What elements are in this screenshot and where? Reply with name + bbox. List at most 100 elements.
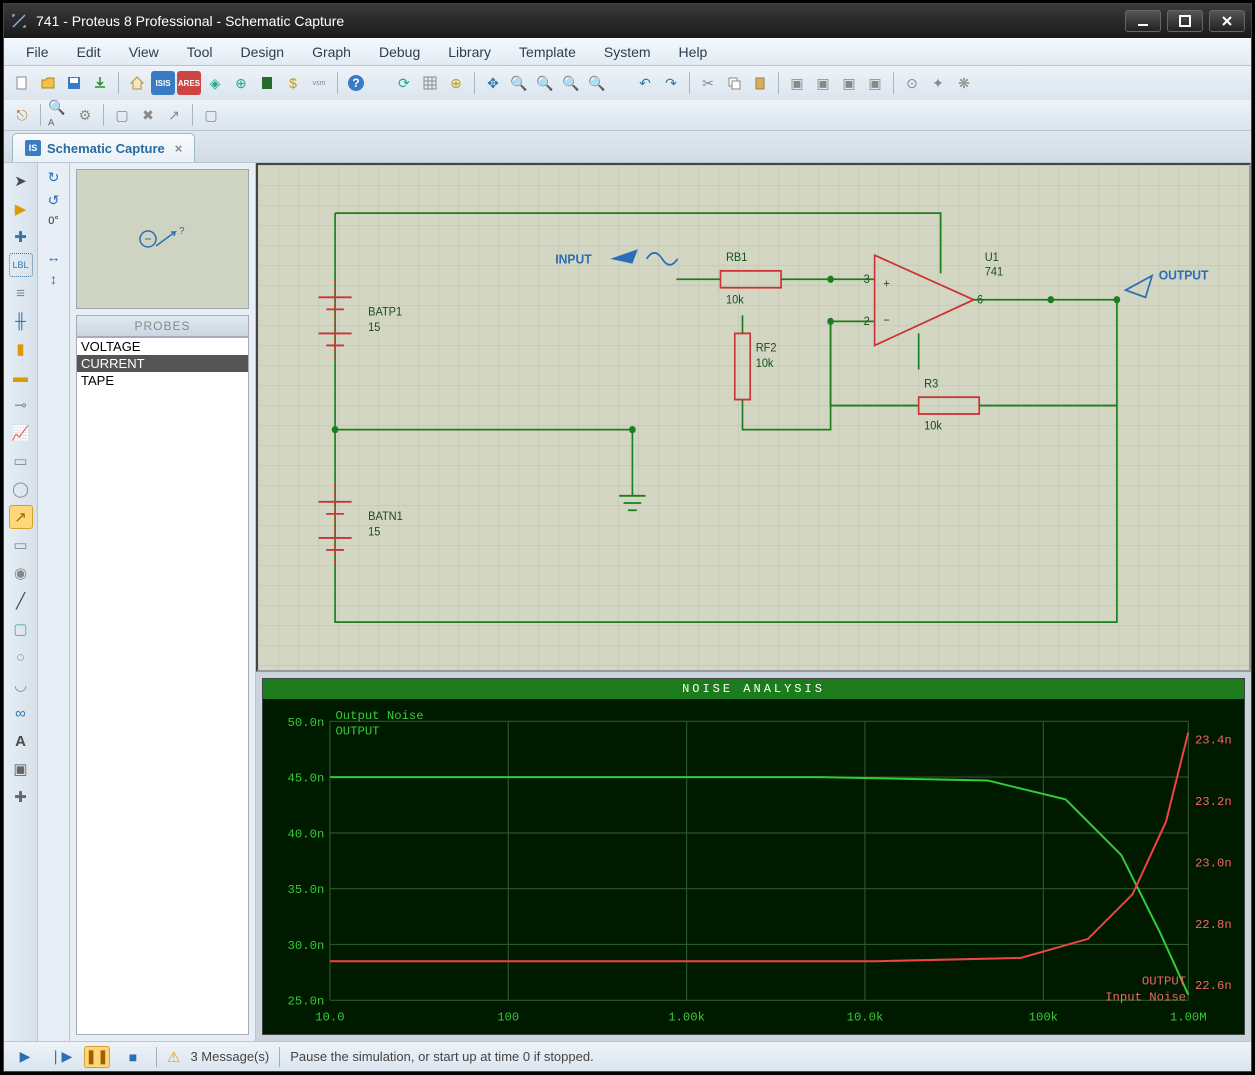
bom-icon[interactable]	[255, 71, 279, 95]
undo-icon[interactable]: ↶	[633, 71, 657, 95]
pan-icon[interactable]: ✥	[481, 71, 505, 95]
zoom-out-icon[interactable]: 🔍	[533, 71, 557, 95]
import-icon[interactable]	[88, 71, 112, 95]
probe-mode-icon[interactable]: ↗	[9, 505, 33, 529]
make-icon[interactable]: ✦	[926, 71, 950, 95]
auto-icon[interactable]: ⚙	[73, 103, 97, 127]
mirror-v-icon[interactable]: ↕	[50, 271, 57, 287]
play-button[interactable]: ▶	[12, 1046, 38, 1068]
list-item[interactable]: VOLTAGE	[77, 338, 248, 355]
arc-icon[interactable]: ◡	[9, 673, 33, 697]
redo-icon[interactable]: ↷	[659, 71, 683, 95]
svg-text:1.00k: 1.00k	[668, 1011, 705, 1025]
menu-view[interactable]: View	[115, 40, 173, 64]
line-icon[interactable]: ╱	[9, 589, 33, 613]
menu-template[interactable]: Template	[505, 40, 590, 64]
block-move-icon[interactable]: ▣	[811, 71, 835, 95]
goto-sheet-icon[interactable]: ↗	[162, 103, 186, 127]
ares-icon[interactable]: ARES	[177, 71, 201, 95]
rotate-cw-icon[interactable]: ↻	[48, 169, 60, 186]
bus-mode-icon[interactable]: ╫	[9, 309, 33, 333]
close-button[interactable]	[1209, 10, 1245, 32]
tab-close-icon[interactable]: ×	[175, 141, 183, 156]
preview-pane: ?	[76, 169, 249, 309]
actuator-icon[interactable]: ◉	[9, 561, 33, 585]
component-mode-icon[interactable]: ▶	[9, 197, 33, 221]
vsm-icon[interactable]: vsm	[307, 71, 331, 95]
refresh-icon[interactable]: ⟳	[392, 71, 416, 95]
text-script-icon[interactable]: ≡	[9, 281, 33, 305]
zoom-area-icon[interactable]: 🔍	[585, 71, 609, 95]
junction-mode-icon[interactable]: ✚	[9, 225, 33, 249]
block-copy-icon[interactable]: ▣	[785, 71, 809, 95]
del-sheet-icon[interactable]: ✖	[136, 103, 160, 127]
list-item[interactable]: TAPE	[77, 372, 248, 389]
menu-file[interactable]: File	[12, 40, 63, 64]
box-icon[interactable]: ▢	[9, 617, 33, 641]
block-rotate-icon[interactable]: ▣	[837, 71, 861, 95]
grid-icon[interactable]	[418, 71, 442, 95]
save-icon[interactable]	[62, 71, 86, 95]
pause-button[interactable]: ❚❚	[84, 1046, 110, 1068]
menu-library[interactable]: Library	[434, 40, 505, 64]
isis-icon[interactable]: ISIS	[151, 71, 175, 95]
tab-schematic[interactable]: IS Schematic Capture ×	[12, 133, 195, 162]
copy-icon[interactable]	[722, 71, 746, 95]
menu-system[interactable]: System	[590, 40, 665, 64]
rotation-angle[interactable]: 0°	[48, 215, 59, 227]
list-item[interactable]: CURRENT	[77, 355, 248, 372]
menu-debug[interactable]: Debug	[365, 40, 434, 64]
text-icon[interactable]: A	[9, 729, 33, 753]
open-icon[interactable]	[36, 71, 60, 95]
gerber-icon[interactable]: ⊕	[229, 71, 253, 95]
selection-mode-icon[interactable]: ➤	[9, 169, 33, 193]
schematic-canvas[interactable]: BATP1 15 BATN1 15 INPUT RB1	[256, 163, 1251, 672]
noise-analysis-graph[interactable]: NOISE ANALYSIS 50.0n 45.0n 40.	[262, 678, 1245, 1035]
new-icon[interactable]	[10, 71, 34, 95]
path-icon[interactable]: ∞	[9, 701, 33, 725]
message-count[interactable]: 3 Message(s)	[190, 1049, 269, 1064]
help-icon[interactable]: ?	[344, 71, 368, 95]
pin-icon[interactable]: ⊸	[9, 393, 33, 417]
wire-tool-icon[interactable]: ⎋	[10, 103, 34, 127]
home-icon[interactable]	[125, 71, 149, 95]
probes-list[interactable]: VOLTAGE CURRENT TAPE	[76, 337, 249, 1035]
step-button[interactable]: ❘▶	[48, 1046, 74, 1068]
zoom-in-icon[interactable]: 🔍	[507, 71, 531, 95]
package-icon[interactable]: ❋	[952, 71, 976, 95]
new-sheet-icon[interactable]: ▢	[110, 103, 134, 127]
paste-icon[interactable]	[748, 71, 772, 95]
generator-icon[interactable]: ◯	[9, 477, 33, 501]
circle-icon[interactable]: ○	[9, 645, 33, 669]
mirror-h-icon[interactable]: ↔	[47, 249, 61, 265]
menu-design[interactable]: Design	[226, 40, 298, 64]
minimize-button[interactable]	[1125, 10, 1161, 32]
search-icon[interactable]: 🔍ᴬ	[47, 103, 71, 127]
menu-help[interactable]: Help	[665, 40, 722, 64]
menu-graph[interactable]: Graph	[298, 40, 365, 64]
subcircuit-icon[interactable]: ▮	[9, 337, 33, 361]
svg-text:?: ?	[352, 76, 359, 90]
netlist-icon[interactable]: ▢	[199, 103, 223, 127]
tab-icon: IS	[25, 140, 41, 156]
menu-tool[interactable]: Tool	[173, 40, 227, 64]
status-hint: Pause the simulation, or start up at tim…	[290, 1049, 594, 1064]
instrument-icon[interactable]: ▭	[9, 533, 33, 557]
dollar-icon[interactable]: $	[281, 71, 305, 95]
tape-icon[interactable]: ▭	[9, 449, 33, 473]
menu-edit[interactable]: Edit	[63, 40, 115, 64]
label-mode-icon[interactable]: LBL	[9, 253, 33, 277]
terminal-icon[interactable]: ▬	[9, 365, 33, 389]
graph-mode-icon[interactable]: 📈	[9, 421, 33, 445]
pick-icon[interactable]: ⊙	[900, 71, 924, 95]
stop-button[interactable]: ■	[120, 1046, 146, 1068]
zoom-fit-icon[interactable]: 🔍	[559, 71, 583, 95]
maximize-button[interactable]	[1167, 10, 1203, 32]
3d-icon[interactable]: ◈	[203, 71, 227, 95]
symbol-icon[interactable]: ▣	[9, 757, 33, 781]
marker-icon[interactable]: ✚	[9, 785, 33, 809]
cut-icon[interactable]: ✂	[696, 71, 720, 95]
rotate-ccw-icon[interactable]: ↺	[48, 192, 60, 209]
block-delete-icon[interactable]: ▣	[863, 71, 887, 95]
origin-icon[interactable]: ⊕	[444, 71, 468, 95]
